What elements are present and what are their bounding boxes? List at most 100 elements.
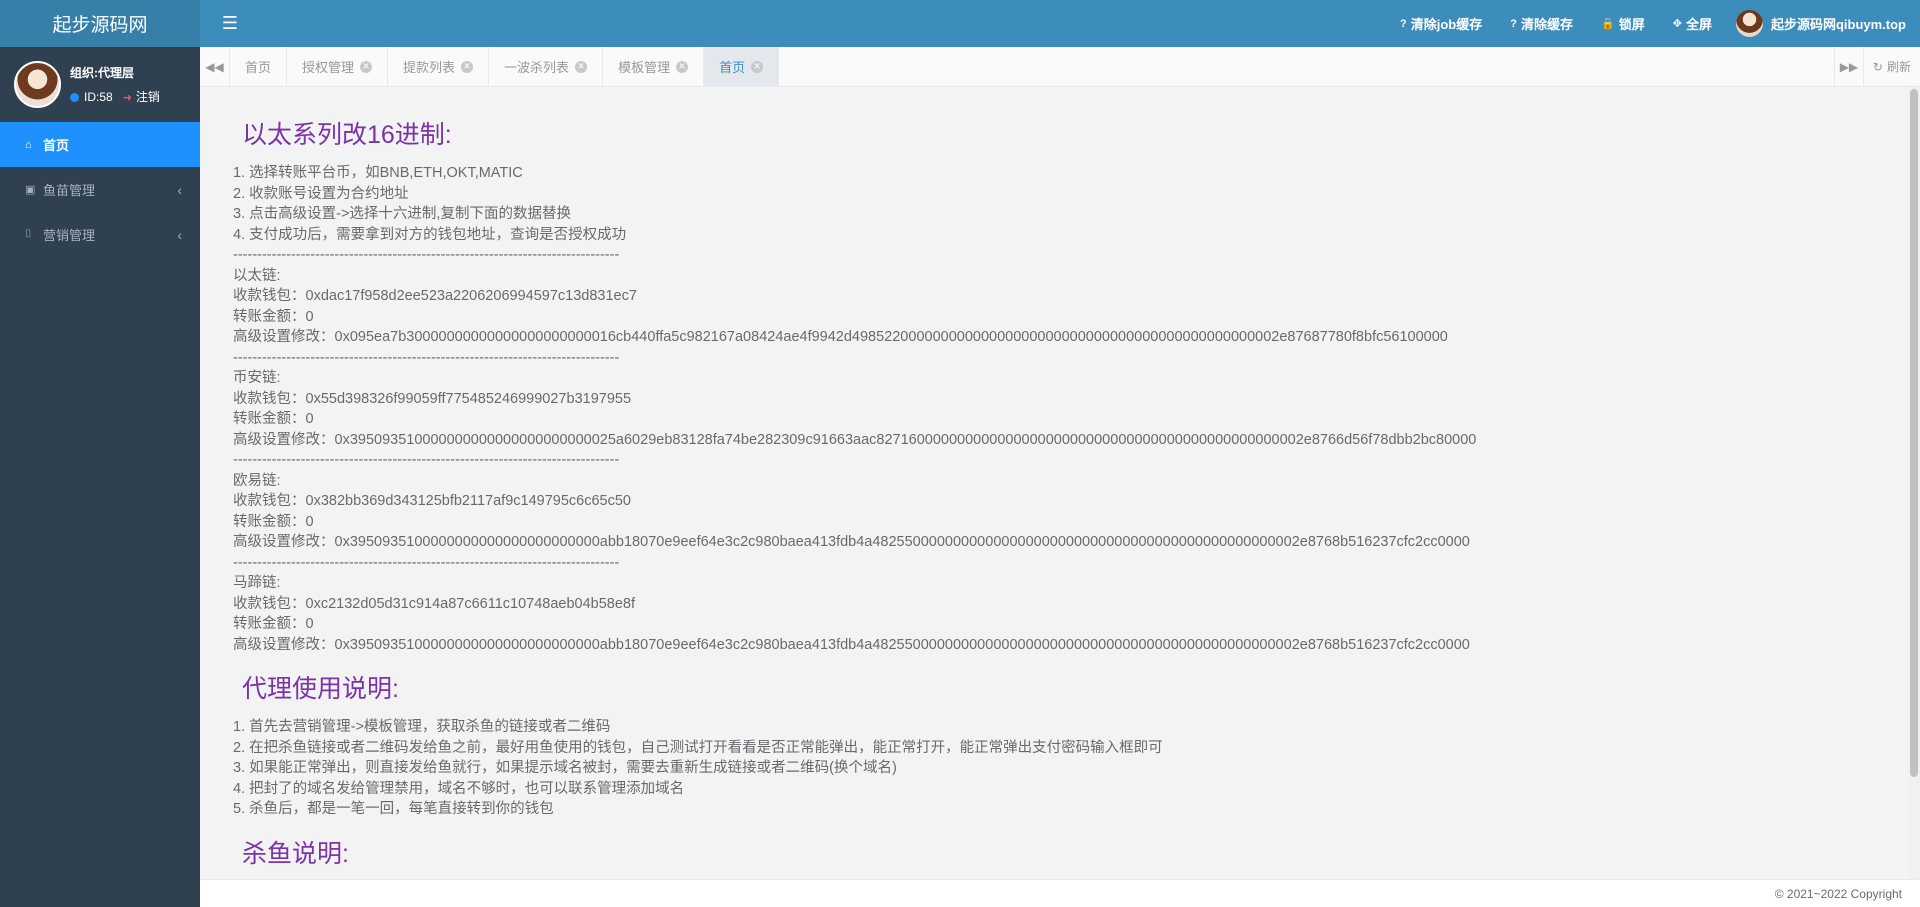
user-panel: 组织:代理层 ID:58 ➜ 注销	[0, 47, 200, 122]
tab-home-active[interactable]: 首页 ✕	[704, 47, 780, 86]
close-icon[interactable]: ✕	[676, 60, 689, 73]
user-id: ID:58	[70, 90, 113, 104]
lock-screen-button[interactable]: 🔒 锁屏	[1587, 0, 1659, 47]
topbar-actions: ? 清除job缓存 ? 清除缓存 🔒 锁屏 ✥ 全屏 起步源码网qibuym.t…	[1386, 0, 1920, 47]
clear-job-cache-button[interactable]: ? 清除job缓存	[1386, 0, 1496, 47]
fullscreen-label: 全屏	[1685, 17, 1712, 32]
content-scrollbar[interactable]	[1908, 87, 1920, 879]
text-line: 高级设置修改：0x3950935100000000000000000000000…	[233, 636, 1470, 653]
tab-withdraw-list[interactable]: 提款列表 ✕	[388, 47, 490, 86]
clear-cache-label: 清除缓存	[1520, 17, 1573, 32]
bank-icon: ⌷	[25, 228, 32, 240]
section-agent-guide: 代理使用说明: 1. 首先去营销管理->模板管理，获取杀鱼的链接或者二维码 2.…	[233, 669, 1876, 820]
text-line: 4. 支付成功后，需要拿到对方的钱包地址，查询是否授权成功	[233, 226, 627, 243]
section-title: 杀鱼说明:	[242, 839, 349, 868]
section-body: 1. 首先去营销管理->模板管理，获取杀鱼的链接或者二维码 2. 在把杀鱼链接或…	[233, 717, 1876, 820]
backward-icon: ◀◀	[205, 59, 224, 74]
clear-cache-button[interactable]: ? 清除缓存	[1496, 0, 1587, 47]
logout-link[interactable]: ➜ 注销	[123, 88, 160, 105]
clear-job-cache-label: 清除job缓存	[1410, 17, 1483, 32]
divider-line: ----------------------------------------…	[233, 349, 620, 366]
text-line: 收款钱包：0x382bb369d343125bfb2117af9c149795c…	[233, 493, 631, 509]
scrollbar-thumb[interactable]	[1910, 89, 1918, 777]
text-line: 马蹄链:	[233, 575, 281, 591]
text-line: 1. 选择转账平台币，如BNB,ETH,OKT,MATIC	[233, 165, 523, 181]
sidebar-item-home[interactable]: ⌂ 首页	[0, 122, 200, 167]
sign-out-icon: ➜	[122, 92, 132, 104]
lock-screen-label: 锁屏	[1618, 17, 1645, 32]
close-icon[interactable]: ✕	[575, 60, 588, 73]
text-line: 5. 杀鱼后，都是一笔一回，每笔直接转到你的钱包	[233, 801, 554, 817]
main-content: 以太系列改16进制: 1. 选择转账平台币，如BNB,ETH,OKT,MATIC…	[200, 87, 1908, 879]
tab-batch-list[interactable]: 一波杀列表 ✕	[489, 47, 604, 86]
sidebar-item-fish-management[interactable]: ▣ 鱼苗管理 ‹	[0, 167, 200, 212]
text-line: 收款钱包：0x55d398326f99059ff775485246999027b…	[233, 390, 632, 407]
org-label: 组织:代理层	[70, 66, 134, 80]
copyright-text: © 2021~2022 Copyright	[1774, 886, 1902, 901]
expand-icon: ✥	[1672, 18, 1682, 30]
section-fish-guide: 杀鱼说明:	[233, 834, 1876, 870]
menu-toggle-button[interactable]: ☰	[200, 0, 260, 47]
lock-icon: 🔒	[1601, 18, 1615, 30]
tab-auth-management[interactable]: 授权管理 ✕	[287, 47, 389, 86]
logout-label: 注销	[135, 90, 160, 104]
tabs-scroll-right-button[interactable]: ▶▶	[1833, 47, 1864, 86]
text-line: 高级设置修改：0x3950935100000000000000000000000…	[233, 431, 1477, 448]
fullscreen-button[interactable]: ✥ 全屏	[1659, 0, 1726, 47]
refresh-button[interactable]: ↻ 刷新	[1864, 47, 1920, 86]
user-menu[interactable]: 起步源码网qibuym.top	[1726, 10, 1906, 37]
app-root: 起步源码网 ☰ ? 清除job缓存 ? 清除缓存 🔒 锁屏 ✥ 全屏 起步源码网…	[0, 0, 1920, 907]
close-icon[interactable]: ✕	[751, 60, 764, 73]
text-line: 转账金额：0	[233, 411, 314, 427]
tab-label: 提款列表	[403, 60, 456, 75]
close-icon[interactable]: ✕	[461, 60, 474, 73]
chevron-left-icon: ‹	[177, 226, 182, 243]
text-line: 转账金额：0	[233, 513, 314, 530]
chevron-left-icon: ‹	[177, 181, 182, 198]
username-label: 起步源码网qibuym.top	[1770, 17, 1906, 32]
divider-line: ----------------------------------------…	[233, 452, 620, 468]
hamburger-icon: ☰	[221, 13, 239, 33]
user-avatar	[1735, 10, 1763, 37]
user-id-label: ID:58	[84, 89, 113, 104]
tab-label: 模板管理	[618, 60, 671, 75]
sidebar-item-label: 鱼苗管理	[43, 183, 96, 198]
tab-label: 首页	[245, 60, 272, 75]
brand-logo[interactable]: 起步源码网	[0, 0, 200, 47]
forward-icon: ▶▶	[1839, 59, 1859, 74]
tab-template-management[interactable]: 模板管理 ✕	[603, 47, 705, 86]
tab-label: 首页	[719, 60, 746, 75]
section-title: 代理使用说明:	[242, 675, 399, 703]
divider-line: ----------------------------------------…	[233, 247, 620, 263]
tab-label: 授权管理	[302, 60, 355, 75]
refresh-label: 刷新	[1886, 60, 1911, 74]
text-line: 2. 收款账号设置为合约地址	[233, 185, 409, 202]
online-status-icon	[70, 92, 79, 102]
tabs-right-controls: ▶▶ ↻ 刷新	[1833, 47, 1920, 86]
home-icon: ⌂	[25, 138, 32, 151]
section-eth-hex: 以太系列改16进制: 1. 选择转账平台币，如BNB,ETH,OKT,MATIC…	[233, 115, 1876, 655]
text-line: 币安链:	[233, 370, 281, 386]
text-line: 收款钱包：0xdac17f958d2ee523a2206206994597c13…	[233, 288, 637, 304]
tab-label: 一波杀列表	[504, 60, 570, 75]
sidebar-item-label: 首页	[43, 138, 70, 153]
question-circle-icon: ?	[1510, 17, 1517, 30]
text-line: 转账金额：0	[233, 308, 314, 325]
text-line: 收款钱包：0xc2132d05d31c914a87c6611c10748aeb0…	[233, 595, 636, 612]
section-title: 以太系列改16进制:	[242, 121, 452, 149]
tab-home[interactable]: 首页	[230, 47, 288, 86]
sidebar-item-label: 营销管理	[43, 228, 96, 243]
text-line: 3. 点击高级设置->选择十六进制,复制下面的数据替换	[233, 206, 571, 222]
sidebar-item-marketing-management[interactable]: ⌷ 营销管理 ‹	[0, 212, 200, 257]
refresh-icon: ↻	[1872, 59, 1883, 74]
money-icon: ▣	[25, 184, 36, 196]
close-icon[interactable]: ✕	[360, 60, 373, 73]
text-line: 高级设置修改：0x095ea7b300000000000000000000000…	[233, 329, 1448, 345]
user-info: 组织:代理层 ID:58 ➜ 注销	[70, 64, 160, 105]
tabs-scroll-left-button[interactable]: ◀◀	[200, 47, 230, 86]
top-navbar: 起步源码网 ☰ ? 清除job缓存 ? 清除缓存 🔒 锁屏 ✥ 全屏 起步源码网…	[0, 0, 1920, 47]
user-meta-row: ID:58 ➜ 注销	[70, 88, 160, 105]
question-circle-icon: ?	[1400, 17, 1407, 30]
tabs-list: 首页 授权管理 ✕ 提款列表 ✕ 一波杀列表 ✕ 模板管理 ✕ 首页 ✕	[230, 47, 1834, 86]
avatar	[14, 61, 61, 108]
